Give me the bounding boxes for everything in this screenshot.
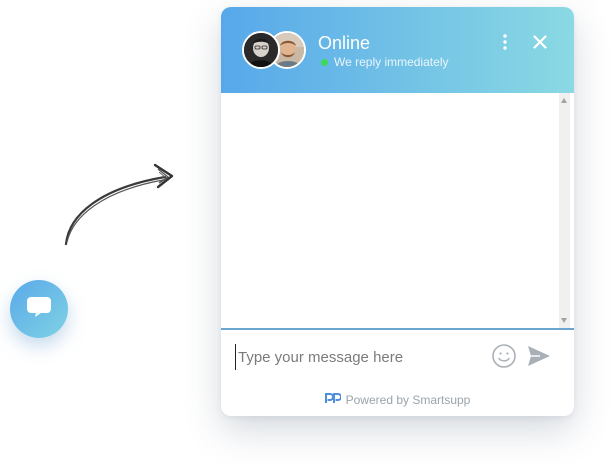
scroll-up-icon[interactable] <box>561 98 567 103</box>
chat-header: Online We reply immediately <box>221 7 574 93</box>
chat-bubble-icon <box>26 295 52 324</box>
message-input[interactable] <box>235 344 478 370</box>
message-composer <box>221 330 574 382</box>
more-options-button[interactable] <box>497 33 513 55</box>
hand-drawn-arrow-icon <box>55 150 185 255</box>
emoji-icon <box>491 344 517 373</box>
status-indicator: We reply immediately <box>321 55 448 69</box>
online-dot-icon <box>321 58 328 66</box>
chat-title: Online <box>318 33 371 53</box>
close-icon <box>533 34 547 54</box>
smartsupp-logo-icon <box>324 391 342 409</box>
page: Online We reply immediately Type your me… <box>0 0 616 466</box>
message-list[interactable] <box>221 93 574 328</box>
chat-launcher-button[interactable] <box>10 280 68 338</box>
status-text: We reply immediately <box>334 55 449 69</box>
scroll-down-icon[interactable] <box>561 318 567 323</box>
powered-by-link[interactable]: Powered by Smartsupp <box>221 392 574 408</box>
close-chat-button[interactable] <box>530 34 550 54</box>
send-icon <box>526 346 552 373</box>
send-button[interactable] <box>526 343 552 369</box>
message-scrollbar[interactable] <box>559 93 570 328</box>
more-vertical-icon <box>503 33 507 55</box>
emoji-button[interactable] <box>491 343 517 369</box>
powered-by-text: Powered by Smartsupp <box>345 393 471 407</box>
agent-avatar <box>242 31 280 69</box>
chat-window: Online We reply immediately Type your me… <box>221 7 574 416</box>
